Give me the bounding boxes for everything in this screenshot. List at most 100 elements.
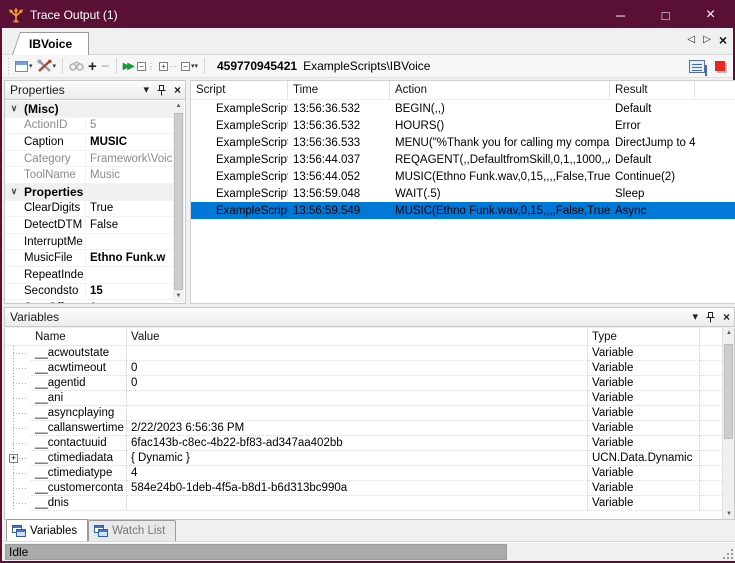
trace-row[interactable]: ExampleScript13:56:59.048WAIT(.5)Sleep — [191, 185, 735, 202]
add-button[interactable]: + — [86, 56, 99, 76]
variable-type: Variable — [588, 346, 700, 361]
property-row[interactable]: CaptionMUSIC — [5, 134, 173, 151]
column-header-action[interactable]: Action — [390, 81, 610, 99]
variable-row[interactable]: __callanswertime2/22/2023 6:56:36 PMVari… — [5, 421, 734, 436]
property-row[interactable]: CategoryFramework\Voic — [5, 151, 173, 168]
trace-row[interactable]: ExampleScript13:56:44.052MUSIC(Ethno Fun… — [191, 168, 735, 185]
resize-grip[interactable] — [723, 549, 733, 559]
variable-row[interactable]: __agentid0Variable — [5, 376, 734, 391]
variable-value — [127, 406, 588, 421]
trace-row[interactable]: ExampleScript13:56:44.037REQAGENT(,,Defa… — [191, 151, 735, 168]
column-header-script[interactable]: Script — [191, 81, 288, 99]
pin-icon[interactable] — [157, 85, 166, 96]
property-row[interactable]: InterruptMe — [5, 234, 173, 251]
property-name: InterruptMe — [23, 236, 86, 248]
column-header-value[interactable]: Value — [127, 328, 588, 345]
trace-row[interactable]: ExampleScript13:56:36.532HOURS()Error — [191, 117, 735, 134]
window-layout-button[interactable]: ▾ — [13, 56, 35, 76]
remove-button[interactable]: − — [99, 56, 112, 76]
variables-panel-header: Variables ▾ × — [4, 307, 735, 327]
bottom-tab-watch-list[interactable]: Watch List — [88, 520, 176, 541]
main-area: Properties ▾ × ∨(Misc)ActionID5CaptionMU… — [4, 80, 735, 304]
trace-row[interactable]: ExampleScript13:56:36.532BEGIN(,,)Defaul… — [191, 100, 735, 117]
scroll-down-icon[interactable]: ▼ — [723, 511, 735, 517]
tools-button[interactable]: ▾ — [35, 56, 59, 76]
variable-row[interactable]: __acwoutstateVariable — [5, 346, 734, 361]
property-row[interactable]: DetectDTMFalse — [5, 217, 173, 234]
column-header-type[interactable]: Type — [588, 328, 700, 345]
tab-scroll-right-icon[interactable]: ▷ — [703, 34, 711, 45]
property-row[interactable]: Secondsto15 — [5, 284, 173, 301]
tab-close-icon[interactable]: × — [719, 35, 727, 45]
expand-tree-button[interactable]: +⋯ — [157, 56, 179, 76]
pin-icon[interactable] — [706, 312, 715, 323]
property-row[interactable]: ToolNameMusic — [5, 167, 173, 184]
property-value[interactable]: 15 — [86, 285, 173, 297]
view-log-button[interactable] — [689, 60, 705, 73]
expand-icon[interactable]: + — [9, 454, 18, 463]
panel-close-icon[interactable]: × — [174, 85, 181, 95]
bottom-tab-variables[interactable]: Variables — [6, 519, 88, 541]
variable-row[interactable]: +__ctimediadata{ Dynamic }UCN.Data.Dynam… — [5, 451, 734, 466]
property-row[interactable]: ClearDigitsTrue — [5, 201, 173, 218]
property-value[interactable]: Framework\Voic — [86, 153, 173, 165]
toolbar-separator — [116, 58, 117, 74]
property-value[interactable]: True — [86, 202, 173, 214]
collapse-all-button[interactable]: −▾▾ — [179, 56, 200, 76]
variables-scrollbar[interactable]: ▲ ▼ — [722, 328, 734, 519]
column-header-name[interactable]: Name — [31, 328, 127, 345]
variable-row[interactable]: __contactuuid6fac143b-c8ec-4b22-bf83-ad3… — [5, 436, 734, 451]
trace-grid: Script Time Action Result ExampleScript1… — [190, 80, 735, 304]
trace-row[interactable]: ExampleScript13:56:59.549MUSIC(Ethno Fun… — [191, 202, 735, 219]
property-row[interactable]: ActionID5 — [5, 118, 173, 135]
close-button[interactable]: × — [688, 2, 733, 28]
variable-row[interactable]: __asyncplayingVariable — [5, 406, 734, 421]
trace-cell-script: ExampleScript — [191, 103, 288, 115]
properties-scrollbar[interactable]: ▲ ▼ — [173, 101, 184, 302]
panel-menu-icon[interactable]: ▾ — [143, 85, 149, 95]
property-row[interactable]: StartOffset0 — [5, 300, 173, 303]
trace-cell-result: DirectJump to 4 — [610, 137, 735, 149]
toolbar-grip[interactable] — [6, 58, 11, 74]
property-value[interactable]: 5 — [86, 119, 173, 131]
scroll-up-icon[interactable]: ▲ — [723, 330, 735, 336]
trace-row[interactable]: ExampleScript13:56:36.533MENU("%Thank yo… — [191, 134, 735, 151]
property-value[interactable]: Music — [86, 169, 173, 181]
scrollbar-thumb[interactable] — [724, 344, 733, 439]
column-header-result[interactable]: Result — [610, 81, 695, 99]
property-value[interactable]: 0 — [86, 302, 173, 303]
stop-trace-button[interactable] — [715, 61, 725, 71]
variable-row[interactable]: __ctimediatype4Variable — [5, 466, 734, 481]
resume-button[interactable]: ▶▶ — [121, 56, 135, 76]
scrollbar-thumb[interactable] — [174, 113, 183, 290]
tree-connector — [5, 346, 31, 361]
property-value[interactable]: MUSIC — [86, 136, 173, 148]
variable-value: 0 — [127, 376, 588, 391]
property-value[interactable]: False — [86, 219, 173, 231]
property-value[interactable]: Ethno Funk.w — [86, 252, 173, 264]
panel-menu-icon[interactable]: ▾ — [692, 312, 698, 322]
minimize-button[interactable]: ─ — [598, 2, 643, 28]
chevron-down-icon[interactable]: ∨ — [5, 103, 23, 114]
collapse-tree-button[interactable]: −⋮ — [135, 56, 157, 76]
chevron-down-icon[interactable]: ∨ — [5, 186, 23, 197]
maximize-button[interactable]: □ — [643, 2, 688, 28]
tab-scroll-left-icon[interactable]: ◁ — [687, 34, 695, 45]
property-row[interactable]: MusicFileEthno Funk.w — [5, 250, 173, 267]
property-category-row[interactable]: ∨(Misc) — [5, 101, 173, 118]
scroll-up-icon[interactable]: ▲ — [173, 101, 184, 112]
properties-panel-title: Properties — [10, 83, 135, 97]
variable-row[interactable]: __customerconta584e24b0-1deb-4f5a-b8d1-b… — [5, 481, 734, 496]
column-header-time[interactable]: Time — [288, 81, 390, 99]
variable-row[interactable]: __acwtimeout0Variable — [5, 361, 734, 376]
tab-ibvoice[interactable]: IBVoice — [12, 32, 89, 55]
trace-cell-time: 13:56:44.052 — [288, 171, 390, 183]
panel-close-icon[interactable]: × — [723, 312, 730, 322]
property-category-row[interactable]: ∨Properties — [5, 184, 173, 201]
find-button[interactable] — [67, 56, 86, 76]
icon-layer — [16, 529, 26, 537]
variable-row[interactable]: __dnisVariable — [5, 496, 734, 511]
scroll-down-icon[interactable]: ▼ — [173, 291, 184, 302]
variable-row[interactable]: __aniVariable — [5, 391, 734, 406]
property-row[interactable]: RepeatInde — [5, 267, 173, 284]
